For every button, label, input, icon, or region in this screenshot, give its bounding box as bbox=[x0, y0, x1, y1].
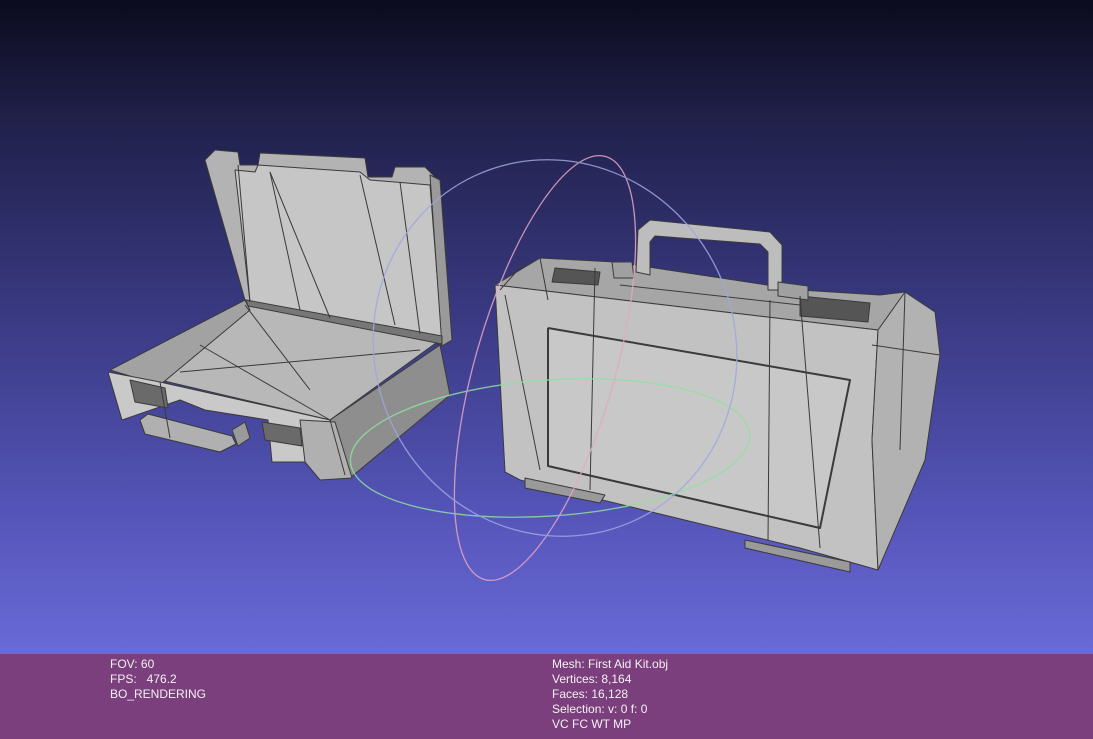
attribute-flags-label: VC FC WT MP bbox=[552, 717, 632, 731]
fov-label: FOV: 60 bbox=[110, 657, 155, 671]
mesh-info-panel: Mesh: First Aid Kit.obj Vertices: 8,164 … bbox=[552, 657, 668, 732]
closed-case-mesh bbox=[494, 219, 941, 573]
mesh-name-label: Mesh: First Aid Kit.obj bbox=[552, 657, 669, 671]
face-count-label: Faces: 16,128 bbox=[552, 687, 629, 701]
mesh-scene[interactable] bbox=[0, 0, 1093, 654]
selection-label: Selection: v: 0 f: 0 bbox=[552, 702, 648, 716]
open-case-mesh bbox=[107, 149, 453, 481]
vertex-count-label: Vertices: 8,164 bbox=[552, 672, 632, 686]
rendering-mode-label: BO_RENDERING bbox=[110, 687, 207, 701]
render-info-panel: FOV: 60 FPS: 476.2 BO_RENDERING bbox=[110, 657, 206, 702]
fps-label: FPS: 476.2 bbox=[110, 672, 177, 686]
3d-viewport[interactable] bbox=[0, 0, 1093, 654]
status-info-bar: FOV: 60 FPS: 476.2 BO_RENDERING Mesh: Fi… bbox=[0, 654, 1093, 739]
